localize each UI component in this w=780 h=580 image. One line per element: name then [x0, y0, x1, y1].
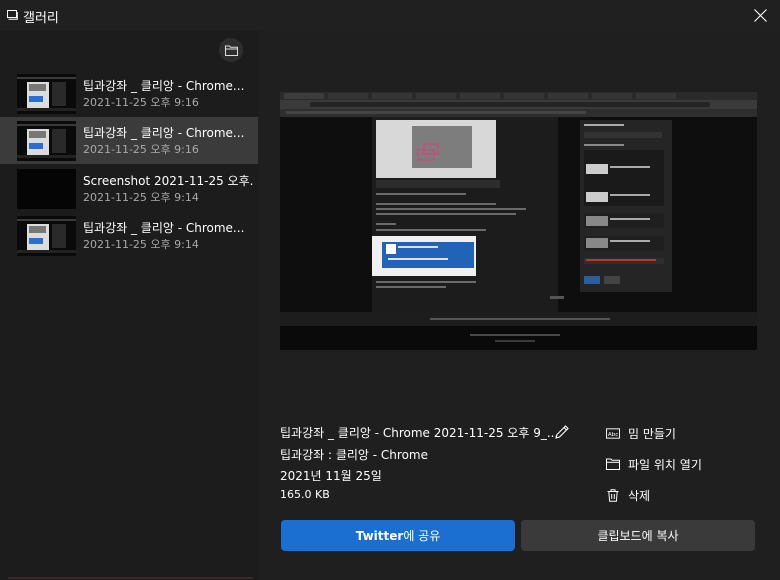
make-meme-button[interactable]: Abc 밈 만들기 — [606, 423, 676, 443]
trash-icon — [606, 488, 620, 502]
screenshot-thumbnail — [17, 74, 76, 114]
divider — [8, 577, 253, 579]
share-twitter-button[interactable]: Twitter 에 공유 — [281, 520, 515, 551]
item-name: 팁과강좌 _ 클리앙 - Chrome... — [83, 79, 245, 93]
open-folder-button[interactable] — [219, 38, 243, 62]
item-name: Screenshot 2021-11-25 오후... — [83, 174, 253, 188]
item-name: 팁과강좌 _ 클리앙 - Chrome... — [83, 126, 245, 140]
screenshot-thumbnail — [17, 169, 76, 209]
folder-icon — [224, 45, 238, 56]
window-title: 갤러리 — [23, 11, 59, 26]
folder-icon — [606, 457, 620, 471]
copy-label: 클립보드에 복사 — [597, 529, 679, 543]
gallery-item[interactable]: Screenshot 2021-11-25 오후... 2021-11-25 오… — [0, 165, 258, 212]
item-name: 팁과강좌 _ 클리앙 - Chrome... — [83, 221, 245, 235]
item-date: 2021-11-25 오후 9:16 — [83, 143, 199, 156]
meme-icon: Abc — [606, 426, 620, 440]
gallery-item-selected[interactable]: 팁과강좌 _ 클리앙 - Chrome... 2021-11-25 오후 9:1… — [0, 117, 258, 164]
item-date: 2021-11-25 오후 9:14 — [83, 238, 199, 251]
gallery-item[interactable]: 팁과강좌 _ 클리앙 - Chrome... 2021-11-25 오후 9:1… — [0, 212, 258, 259]
svg-text:Abc: Abc — [608, 431, 618, 437]
delete-button[interactable]: 삭제 — [606, 485, 650, 505]
item-date: 2021-11-25 오후 9:16 — [83, 96, 199, 109]
file-size: 165.0 KB — [280, 488, 330, 501]
make-meme-label: 밈 만들기 — [628, 426, 676, 441]
gallery-list-pane: 팁과강좌 _ 클리앙 - Chrome... 2021-11-25 오후 9:1… — [0, 30, 258, 580]
delete-label: 삭제 — [628, 488, 651, 503]
close-button[interactable] — [740, 0, 780, 30]
screenshot-thumbnail — [17, 216, 76, 256]
source-app: 팁과강좌 : 클리앙 - Chrome — [280, 448, 428, 462]
file-name: 팁과강좌 _ 클리앙 - Chrome 2021-11-25 오후 9_... — [280, 426, 559, 440]
gallery-item[interactable]: 팁과강좌 _ 클리앙 - Chrome... 2021-11-25 오후 9:1… — [0, 70, 258, 117]
close-icon — [753, 8, 767, 22]
item-date: 2021-11-25 오후 9:14 — [83, 191, 199, 204]
copy-to-clipboard-button[interactable]: 클립보드에 복사 — [521, 520, 755, 551]
open-file-location-label: 파일 위치 열기 — [628, 457, 702, 472]
screenshot-thumbnail — [17, 121, 76, 161]
capture-date: 2021년 11월 25일 — [280, 469, 382, 483]
twitter-brand-label: Twitter — [355, 528, 404, 543]
share-label: 에 공유 — [403, 529, 441, 543]
title-bar: 갤러리 — [0, 0, 780, 30]
rename-pencil-icon[interactable] — [554, 424, 570, 440]
screenshot-preview — [280, 92, 757, 350]
gallery-icon — [7, 10, 18, 20]
open-file-location-button[interactable]: 파일 위치 열기 — [606, 454, 702, 474]
